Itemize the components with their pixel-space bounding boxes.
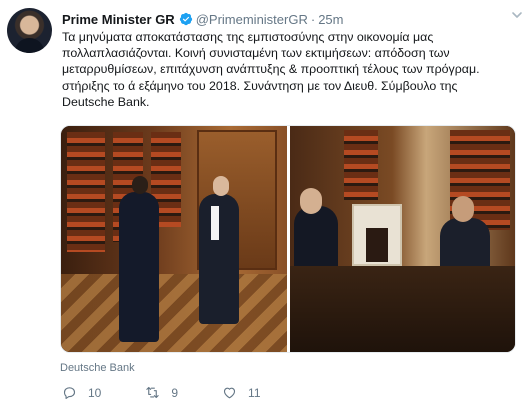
person-left [119,192,159,342]
tweet-text-line: Τα μηνύματα αποκατάστασης της εμπιστοσύν… [62,30,434,44]
fireplace [352,204,402,266]
person-left-head [132,176,148,194]
separator-dot: · [310,11,316,27]
caret-down-icon[interactable] [511,8,523,20]
like-count: 11 [248,385,261,400]
photo-meeting[interactable] [290,126,515,352]
person-right [199,194,239,324]
person-seated-right-head [452,196,474,222]
retweet-icon [146,386,160,399]
retweet-count: 9 [171,385,179,400]
bookshelf-back [344,130,378,200]
tweet-text-line: πολλαπλασιάζονται. Κοινή συνισταμένη των… [62,46,450,61]
tweet-media[interactable] [60,125,516,353]
tweet-header: Prime Minister GR @PrimeministerGR · 25m [62,10,344,28]
tweet-text: Τα μηνύματα αποκατάστασης της εμπιστοσύν… [62,29,524,110]
media-caption[interactable]: Deutsche Bank [60,362,135,374]
author-display-name[interactable]: Prime Minister GR [62,12,175,27]
reply-icon [63,387,76,399]
retweet-button[interactable]: 9 [145,385,178,400]
tweet-actions: 10 9 11 [62,385,305,400]
person-seated-left-head [300,188,322,214]
reply-count: 10 [88,385,102,400]
avatar[interactable] [7,8,52,53]
meeting-table [290,266,515,352]
tweet-card[interactable]: Prime Minister GR @PrimeministerGR · 25m… [0,0,532,412]
timestamp[interactable]: 25m [318,12,343,27]
tweet-text-line: Deutsche Bank. [62,94,150,109]
photo-handshake[interactable] [61,126,287,352]
bookshelf-left [67,132,105,252]
tweet-text-line: στήριξης το ά εξάμηνο του 2018. Συνάντησ… [62,78,458,93]
parquet-floor [61,274,287,352]
shirt-collar [211,206,219,240]
like-icon [223,387,236,399]
like-button[interactable]: 11 [222,385,261,400]
tweet-text-line: μεταρρυθμίσεων, επιτάχυνση ανάπτυξης & π… [62,62,480,77]
reply-button[interactable]: 10 [62,385,101,400]
person-right-head [213,176,229,196]
verified-badge-icon [179,12,193,26]
author-handle[interactable]: @PrimeministerGR [196,12,308,27]
